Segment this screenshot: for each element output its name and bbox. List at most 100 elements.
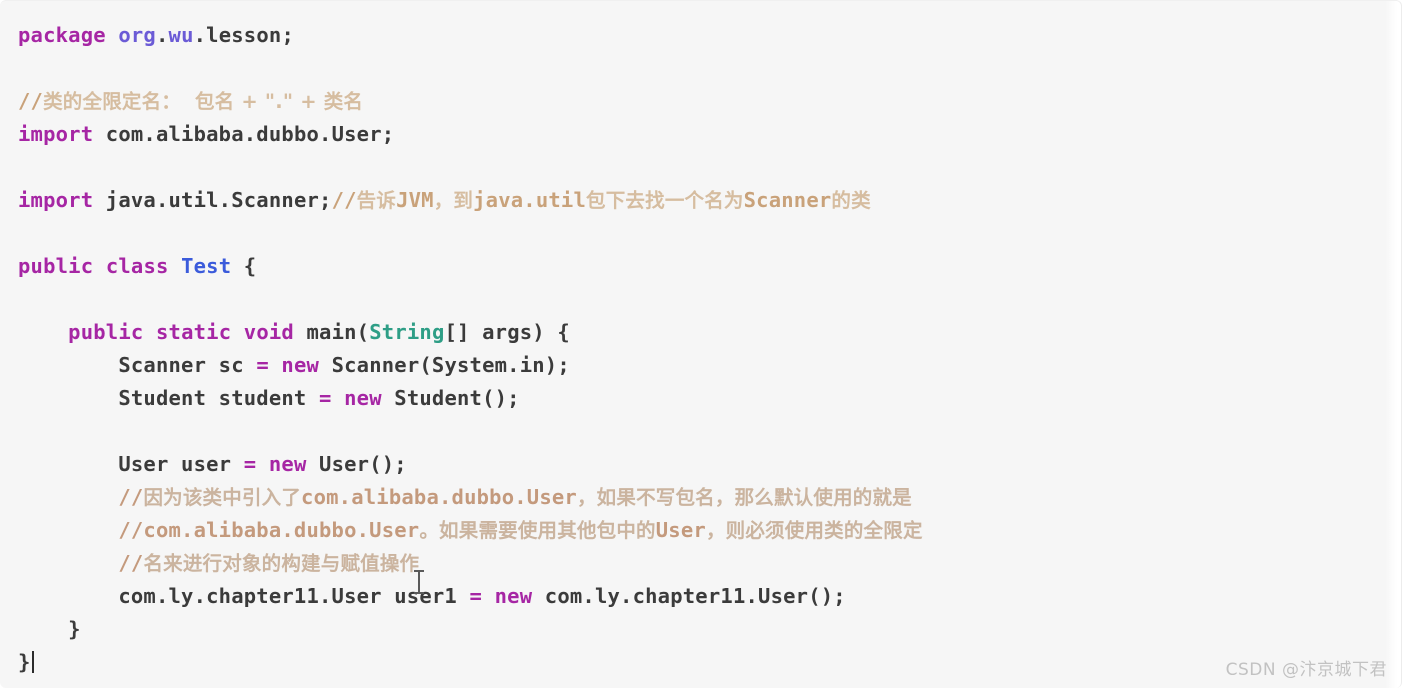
code-token-comment: // xyxy=(331,188,357,212)
code-line[interactable]: package org.wu.lesson; xyxy=(18,19,1401,52)
code-token-package: wu xyxy=(168,23,194,47)
code-token-plain: { xyxy=(231,254,257,278)
code-line-blank[interactable] xyxy=(18,217,1401,250)
code-token-strtype: String xyxy=(369,320,445,344)
code-token-plain: Student(); xyxy=(381,386,520,410)
code-token-comment-cn: 的类 xyxy=(831,189,871,212)
code-line[interactable]: public class Test { xyxy=(18,250,1401,283)
code-token-comment2-cn: ，则必须使用类的全限定 xyxy=(705,519,923,542)
code-token-keyword: = xyxy=(469,584,483,608)
code-token-plain: Student student xyxy=(118,386,320,410)
code-token-comment: java.util xyxy=(473,188,587,212)
code-line[interactable]: import com.alibaba.dubbo.User; xyxy=(18,118,1401,151)
code-line[interactable]: //因为该类中引入了com.alibaba.dubbo.User，如果不写包名，… xyxy=(18,481,1401,514)
code-token-comment-cn: ，到 xyxy=(433,189,474,212)
code-token-keyword: package xyxy=(18,23,106,47)
text-caret xyxy=(31,651,34,673)
code-line[interactable]: Student student = new Student(); xyxy=(18,382,1401,415)
code-token-plain: [] args) { xyxy=(444,320,570,344)
code-line-blank[interactable] xyxy=(18,415,1401,448)
code-token-plain: main( xyxy=(293,320,370,344)
code-line[interactable]: } xyxy=(18,646,1401,679)
code-token-keyword: public xyxy=(68,320,144,344)
code-token-comment: JVM xyxy=(396,188,434,212)
code-token-type: Test xyxy=(181,254,232,278)
code-line[interactable]: Scanner sc = new Scanner(System.in); xyxy=(18,349,1401,382)
code-token-comment2: com.alibaba.dubbo.User xyxy=(301,485,577,509)
code-line[interactable]: //类的全限定名： 包名 + "." + 类名 xyxy=(18,85,1401,118)
code-token-comment2-cn: 因为该类中引入了 xyxy=(143,486,302,509)
code-token-keyword: new xyxy=(268,452,307,476)
code-token-keyword: static xyxy=(155,320,232,344)
code-token-keyword: new xyxy=(494,584,533,608)
code-line[interactable]: public static void main(String[] args) { xyxy=(18,316,1401,349)
code-token-keyword: = xyxy=(243,452,257,476)
code-token-comment2: // xyxy=(118,551,144,575)
code-token-comment: // xyxy=(18,89,44,113)
code-token-comment-cn: 告诉 xyxy=(356,189,397,212)
code-line[interactable]: com.ly.chapter11.User user1 = new com.ly… xyxy=(18,580,1401,613)
code-token-plain: } xyxy=(68,617,81,641)
code-line[interactable]: //com.alibaba.dubbo.User。如果需要使用其他包中的User… xyxy=(18,514,1401,547)
code-line[interactable]: User user = new User(); xyxy=(18,448,1401,481)
code-token-keyword: = xyxy=(319,386,332,410)
code-token-keyword: import xyxy=(18,188,94,212)
code-token-keyword: public xyxy=(18,254,94,278)
code-token-keyword: import xyxy=(18,122,94,146)
code-token-plain: . xyxy=(193,23,207,47)
code-token-plain: java.util.Scanner; xyxy=(93,188,332,212)
code-token-plain: com.alibaba.dubbo.User; xyxy=(93,122,395,146)
code-token-comment-cn: 包下去找一个名为 xyxy=(586,189,744,212)
code-token-plain: com.ly.chapter11.User(); xyxy=(532,584,846,608)
code-token-plain: . xyxy=(155,23,169,47)
code-token-comment: Scanner xyxy=(743,188,832,212)
code-line[interactable]: import java.util.Scanner;//告诉JVM，到java.u… xyxy=(18,184,1401,217)
code-editor-surface[interactable]: package org.wu.lesson;//类的全限定名： 包名 + "."… xyxy=(0,0,1402,688)
code-token-comment2: User xyxy=(655,518,706,542)
code-token-plain: Scanner(System.in); xyxy=(319,353,570,377)
csdn-watermark: CSDN @汴京城下君 xyxy=(1225,660,1387,680)
code-token-keyword: new xyxy=(344,386,382,410)
code-token-comment2-cn: ，如果不写包名，那么默认使用的就是 xyxy=(576,486,912,509)
code-token-comment2: // xyxy=(118,485,144,509)
code-token-keyword: = xyxy=(256,353,269,377)
code-content-area[interactable]: package org.wu.lesson;//类的全限定名： 包名 + "."… xyxy=(0,1,1401,688)
code-token-plain: Scanner sc xyxy=(118,353,257,377)
code-line-blank[interactable] xyxy=(18,283,1401,316)
code-token-plain: User user xyxy=(118,452,244,476)
code-token-plain: User(); xyxy=(306,452,407,476)
code-token-comment2-cn: 。如果需要使用其他包中的 xyxy=(419,519,656,542)
code-token-comment2: //com.alibaba.dubbo.User xyxy=(118,518,420,542)
code-line-blank[interactable] xyxy=(18,52,1401,85)
code-token-plain: } xyxy=(18,650,31,674)
code-token-plain: lesson xyxy=(206,23,282,47)
code-token-package: org xyxy=(118,23,156,47)
code-line[interactable]: } xyxy=(18,613,1401,646)
code-token-keyword: new xyxy=(281,353,320,377)
code-line[interactable]: //名来进行对象的构建与赋值操作 xyxy=(18,547,1401,580)
code-token-keyword: class xyxy=(105,254,169,278)
code-token-plain: ; xyxy=(281,23,294,47)
code-line-blank[interactable] xyxy=(18,151,1401,184)
code-token-plain: com.ly.chapter11.User user1 xyxy=(118,584,470,608)
code-token-keyword: void xyxy=(243,320,294,344)
code-token-comment-cn: 类的全限定名： 包名 + "." + 类名 xyxy=(43,90,364,113)
